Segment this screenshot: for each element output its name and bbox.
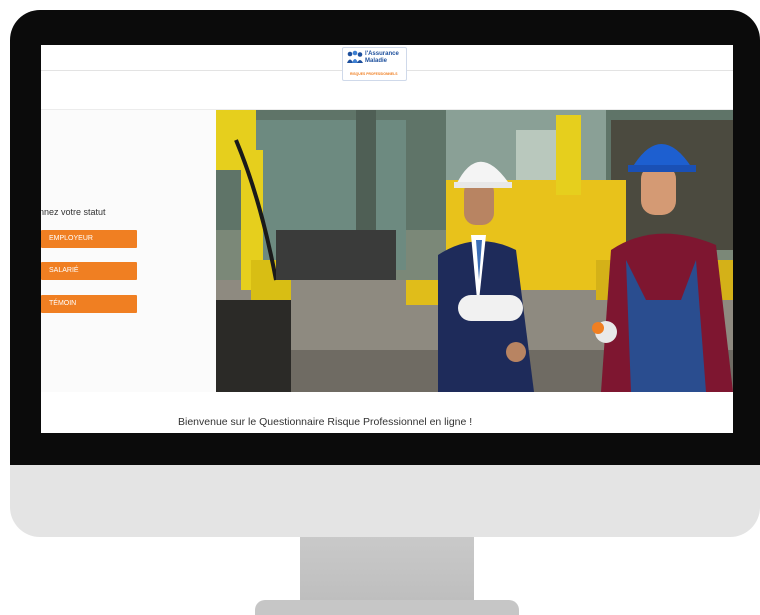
logo-people-icon [347, 50, 363, 63]
salarie-label: SALARIÉ [49, 267, 79, 274]
temoin-button[interactable]: TÉMOIN [41, 295, 137, 313]
monitor-chin [10, 465, 760, 537]
monitor-stand-base [255, 600, 519, 615]
employeur-button[interactable]: EMPLOYEUR [41, 230, 137, 248]
logo-subtitle: RISQUES PROFESSIONNELS [350, 72, 398, 76]
browser-screen: l'Assurance Maladie RISQUES PROFESSIONNE… [41, 45, 733, 433]
hero-photo [216, 110, 733, 392]
hero-section: nnez votre statut EMPLOYEUR SALARIÉ TÉMO… [41, 109, 733, 392]
status-prompt: nnez votre statut [41, 207, 106, 217]
logo-line1: l'Assurance [365, 51, 399, 57]
temoin-label: TÉMOIN [49, 300, 77, 307]
logo-line2: Maladie [365, 58, 388, 64]
employeur-label: EMPLOYEUR [49, 235, 93, 242]
status-panel: nnez votre statut EMPLOYEUR SALARIÉ TÉMO… [41, 110, 216, 392]
assurance-maladie-logo[interactable]: l'Assurance Maladie RISQUES PROFESSIONNE… [342, 47, 407, 81]
salarie-button[interactable]: SALARIÉ [41, 262, 137, 280]
site-header: l'Assurance Maladie RISQUES PROFESSIONNE… [41, 45, 733, 81]
welcome-message: Bienvenue sur le Questionnaire Risque Pr… [178, 416, 473, 428]
monitor-stand-neck [300, 537, 474, 607]
